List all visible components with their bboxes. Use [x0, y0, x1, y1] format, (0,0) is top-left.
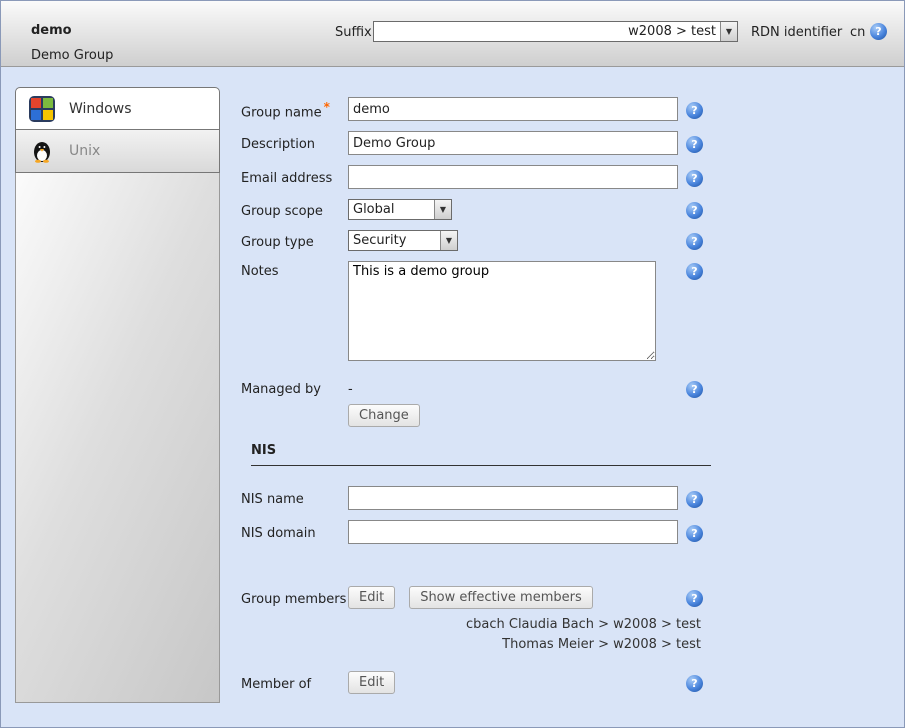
nis-domain-label: NIS domain — [241, 523, 348, 541]
help-icon[interactable]: ? — [686, 590, 703, 607]
list-item: Thomas Meier > w2008 > test — [241, 635, 701, 655]
member-of-label: Member of — [241, 674, 348, 692]
managed-by-row: Managed by - Change ? — [241, 379, 721, 427]
chevron-down-icon[interactable]: ▼ — [434, 200, 451, 219]
windows-icon — [29, 96, 55, 122]
sidebar-panel — [15, 173, 220, 703]
tab-windows-label: Windows — [69, 101, 132, 117]
group-scope-label: Group scope — [241, 201, 348, 219]
help-icon[interactable]: ? — [686, 263, 703, 280]
nis-name-row: NIS name ? — [241, 486, 721, 510]
main-form: Group name* ? Description ? Email addres… — [241, 89, 721, 704]
help-icon[interactable]: ? — [686, 491, 703, 508]
sidebar: Windows Unix — [15, 87, 220, 703]
member-of-row: Member of Edit ? — [241, 671, 721, 694]
help-icon[interactable]: ? — [686, 233, 703, 250]
group-members-row: Group members Edit Show effective member… — [241, 586, 721, 609]
group-members-list: cbach Claudia Bach > w2008 > test Thomas… — [241, 615, 701, 655]
unix-icon — [29, 138, 55, 164]
chevron-down-icon[interactable]: ▼ — [440, 231, 457, 250]
help-icon[interactable]: ? — [686, 102, 703, 119]
group-members-label: Group members — [241, 589, 348, 607]
tab-unix[interactable]: Unix — [15, 130, 220, 173]
help-icon[interactable]: ? — [686, 170, 703, 187]
help-icon[interactable]: ? — [686, 202, 703, 219]
description-row: Description ? — [241, 131, 721, 155]
tab-unix-label: Unix — [69, 143, 100, 159]
change-button[interactable]: Change — [348, 404, 420, 427]
group-scope-value: Global — [349, 200, 434, 219]
help-icon[interactable]: ? — [686, 381, 703, 398]
chevron-down-icon[interactable]: ▼ — [720, 22, 737, 41]
group-type-row: Group type Security ▼ ? — [241, 230, 721, 251]
edit-member-of-button[interactable]: Edit — [348, 671, 395, 694]
nis-domain-row: NIS domain ? — [241, 520, 721, 544]
list-item: cbach Claudia Bach > w2008 > test — [241, 615, 701, 635]
email-input[interactable] — [348, 165, 678, 189]
nis-domain-input[interactable] — [348, 520, 678, 544]
managed-by-value: - — [348, 379, 678, 397]
managed-by-label: Managed by — [241, 379, 348, 397]
group-edit-window: demo Demo Group Suffix w2008 > test ▼ RD… — [0, 0, 905, 728]
notes-row: Notes This is a demo group ? — [241, 261, 721, 365]
nis-name-input[interactable] — [348, 486, 678, 510]
group-name-row: Group name* ? — [241, 97, 721, 121]
show-effective-members-button[interactable]: Show effective members — [409, 586, 593, 609]
rdn-identifier-label: RDN identifier — [751, 25, 842, 40]
suffix-label: Suffix — [335, 25, 372, 40]
suffix-select-value: w2008 > test — [374, 22, 720, 41]
group-scope-select[interactable]: Global ▼ — [348, 199, 452, 220]
suffix-select[interactable]: w2008 > test ▼ — [373, 21, 738, 42]
help-icon[interactable]: ? — [686, 675, 703, 692]
tab-windows[interactable]: Windows — [15, 87, 220, 130]
group-type-label: Group type — [241, 232, 348, 250]
notes-label: Notes — [241, 261, 348, 279]
required-asterisk: * — [324, 100, 330, 114]
description-label: Description — [241, 134, 348, 152]
rdn-identifier-value: cn — [850, 25, 865, 40]
group-name-input[interactable] — [348, 97, 678, 121]
header-bar: demo Demo Group Suffix w2008 > test ▼ RD… — [1, 1, 904, 67]
group-type-select[interactable]: Security ▼ — [348, 230, 458, 251]
page-title: demo — [31, 23, 72, 38]
description-input[interactable] — [348, 131, 678, 155]
notes-textarea[interactable]: This is a demo group — [348, 261, 656, 361]
group-name-label: Group name* — [241, 97, 348, 120]
email-label: Email address — [241, 168, 348, 186]
help-icon[interactable]: ? — [870, 23, 887, 40]
help-icon[interactable]: ? — [686, 525, 703, 542]
group-scope-row: Group scope Global ▼ ? — [241, 199, 721, 220]
page-subtitle: Demo Group — [31, 48, 113, 63]
nis-section-title: NIS — [251, 443, 711, 466]
help-icon[interactable]: ? — [686, 136, 703, 153]
edit-members-button[interactable]: Edit — [348, 586, 395, 609]
group-type-value: Security — [349, 231, 440, 250]
nis-name-label: NIS name — [241, 489, 348, 507]
email-row: Email address ? — [241, 165, 721, 189]
